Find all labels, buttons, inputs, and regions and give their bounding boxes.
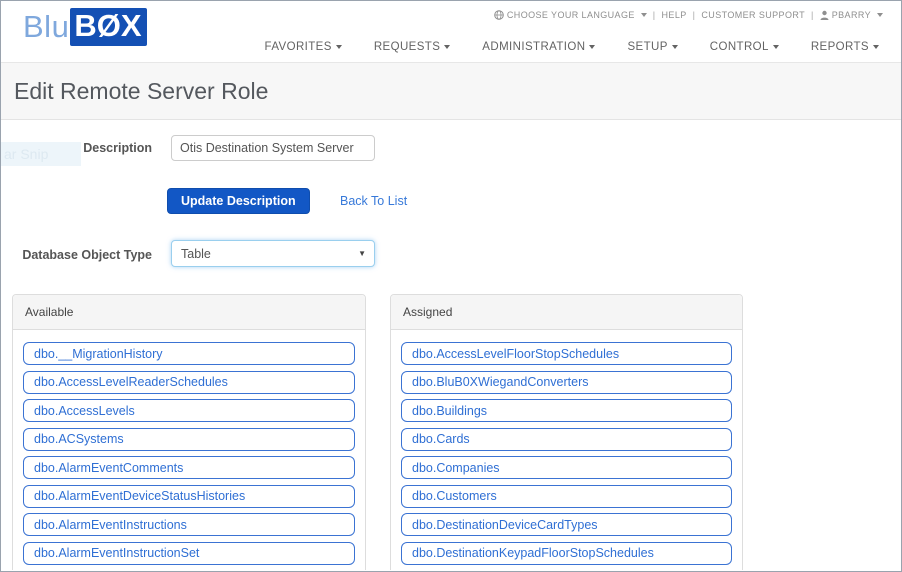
update-description-button[interactable]: Update Description xyxy=(167,188,310,214)
list-item[interactable]: dbo.Buildings xyxy=(401,399,732,422)
nav-administration-label: ADMINISTRATION xyxy=(482,41,585,53)
available-list: dbo.__MigrationHistory dbo.AccessLevelRe… xyxy=(13,330,365,570)
list-item[interactable]: dbo.AlarmEventDeviceStatusHistories xyxy=(23,485,355,508)
database-object-type-value: Table xyxy=(181,247,211,261)
list-item[interactable]: dbo.AccessLevelReaderSchedules xyxy=(23,371,355,394)
utility-bar: CHOOSE YOUR LANGUAGE | HELP | CUSTOMER S… xyxy=(494,10,883,20)
chevron-down-icon xyxy=(773,45,779,49)
list-item[interactable]: dbo.Cards xyxy=(401,428,732,451)
app-window: Blu BØX CHOOSE YOUR LANGUAGE | HELP | CU… xyxy=(0,0,902,572)
globe-icon xyxy=(494,10,504,20)
logo-text-blu: Blu xyxy=(23,9,69,45)
database-object-type-label: Database Object Type xyxy=(1,248,152,262)
nav-administration[interactable]: ADMINISTRATION xyxy=(482,41,595,53)
list-item[interactable]: dbo.Companies xyxy=(401,456,732,479)
logo-text-box: BØX xyxy=(70,8,146,46)
chevron-down-icon xyxy=(589,45,595,49)
user-menu[interactable]: PBARRY xyxy=(820,10,883,20)
list-item[interactable]: dbo.__MigrationHistory xyxy=(23,342,355,365)
username-label: PBARRY xyxy=(832,10,871,20)
available-panel: Available dbo.__MigrationHistory dbo.Acc… xyxy=(12,294,366,570)
assigned-list: dbo.AccessLevelFloorStopSchedules dbo.Bl… xyxy=(391,330,742,570)
title-band: Edit Remote Server Role xyxy=(1,63,901,120)
help-link[interactable]: HELP xyxy=(662,10,687,20)
list-item[interactable]: dbo.ACSystems xyxy=(23,428,355,451)
list-item[interactable]: dbo.AccessLevelFloorStopSchedules xyxy=(401,342,732,365)
nav-setup[interactable]: SETUP xyxy=(627,41,677,53)
assigned-panel: Assigned dbo.AccessLevelFloorStopSchedul… xyxy=(390,294,743,570)
list-item[interactable]: dbo.Customers xyxy=(401,485,732,508)
list-item[interactable]: dbo.AlarmEventInstructionSet xyxy=(23,542,355,565)
main-nav: FAVORITES REQUESTS ADMINISTRATION SETUP … xyxy=(265,41,879,53)
nav-setup-label: SETUP xyxy=(627,41,667,53)
separator: | xyxy=(811,10,814,20)
database-object-type-select[interactable]: Table ▼ xyxy=(171,240,375,267)
list-item[interactable]: dbo.AlarmEventComments xyxy=(23,456,355,479)
chevron-down-icon xyxy=(877,13,883,17)
content: ar Snip Description Update Description B… xyxy=(1,120,901,570)
nav-control-label: CONTROL xyxy=(710,41,769,53)
list-item[interactable]: dbo.AlarmEventInstructions xyxy=(23,513,355,536)
description-input[interactable] xyxy=(171,135,375,161)
user-icon xyxy=(820,10,829,20)
page-title: Edit Remote Server Role xyxy=(1,78,268,105)
header: Blu BØX CHOOSE YOUR LANGUAGE | HELP | CU… xyxy=(1,1,901,63)
back-to-list-link[interactable]: Back To List xyxy=(340,194,407,208)
nav-favorites[interactable]: FAVORITES xyxy=(265,41,342,53)
nav-favorites-label: FAVORITES xyxy=(265,41,332,53)
list-item[interactable]: dbo.DestinationKeypadFloorStopSchedules xyxy=(401,542,732,565)
description-label: Description xyxy=(1,141,152,155)
list-item[interactable]: dbo.BluB0XWiegandConverters xyxy=(401,371,732,394)
choose-language-link[interactable]: CHOOSE YOUR LANGUAGE xyxy=(494,10,647,20)
chevron-down-icon xyxy=(336,45,342,49)
separator: | xyxy=(693,10,696,20)
list-item[interactable]: dbo.DestinationDeviceCardTypes xyxy=(401,513,732,536)
nav-requests[interactable]: REQUESTS xyxy=(374,41,450,53)
nav-control[interactable]: CONTROL xyxy=(710,41,779,53)
list-item[interactable]: dbo.AccessLevels xyxy=(23,399,355,422)
chevron-down-icon xyxy=(641,13,647,17)
help-label: HELP xyxy=(662,10,687,20)
customer-support-label: CUSTOMER SUPPORT xyxy=(701,10,805,20)
nav-reports[interactable]: REPORTS xyxy=(811,41,879,53)
available-panel-header: Available xyxy=(13,295,365,330)
blubox-logo[interactable]: Blu BØX xyxy=(23,8,147,46)
assigned-panel-header: Assigned xyxy=(391,295,742,330)
transfer-panels: Available dbo.__MigrationHistory dbo.Acc… xyxy=(12,294,743,570)
customer-support-link[interactable]: CUSTOMER SUPPORT xyxy=(701,10,805,20)
chevron-down-icon xyxy=(444,45,450,49)
select-caret-icon: ▼ xyxy=(358,249,366,258)
choose-language-label: CHOOSE YOUR LANGUAGE xyxy=(507,10,635,20)
chevron-down-icon xyxy=(672,45,678,49)
nav-requests-label: REQUESTS xyxy=(374,41,440,53)
separator: | xyxy=(653,10,656,20)
chevron-down-icon xyxy=(873,45,879,49)
nav-reports-label: REPORTS xyxy=(811,41,869,53)
